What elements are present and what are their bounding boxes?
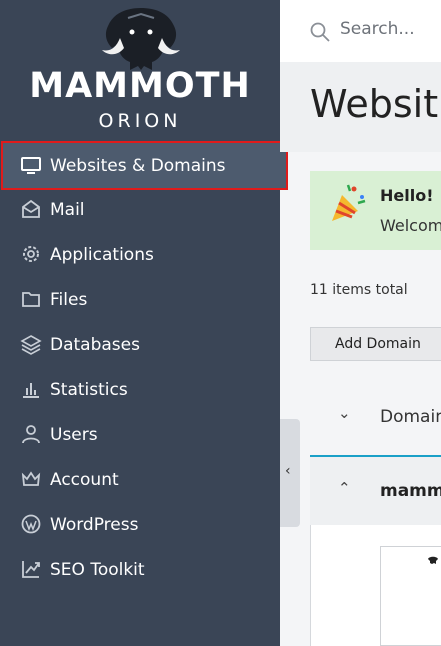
sidebar-item-users[interactable]: Users bbox=[0, 412, 280, 457]
top-bar: Search... bbox=[280, 0, 441, 63]
folder-icon bbox=[22, 292, 40, 307]
sidebar-collapse-handle[interactable]: ‹ bbox=[280, 419, 300, 527]
trend-icon bbox=[22, 561, 40, 578]
add-domain-button[interactable]: Add Domain bbox=[310, 327, 441, 361]
sidebar-item-label: Users bbox=[50, 424, 98, 445]
sidebar-item-account[interactable]: Account bbox=[0, 457, 280, 502]
sidebar-item-label: Statistics bbox=[50, 379, 128, 400]
sidebar-item-label: Applications bbox=[50, 244, 154, 265]
crown-icon bbox=[21, 471, 41, 486]
mail-icon bbox=[22, 199, 40, 218]
wordpress-icon bbox=[21, 514, 41, 534]
chevron-left-icon: ‹ bbox=[285, 463, 291, 479]
brand-name: MAMMOTH bbox=[29, 66, 251, 106]
sidebar-item-label: Mail bbox=[50, 199, 85, 220]
website-preview-thumbnail[interactable] bbox=[380, 546, 441, 646]
welcome-title: Hello! bbox=[380, 186, 434, 205]
gear-icon bbox=[23, 246, 39, 262]
expand-all-icon[interactable]: ⌄ bbox=[338, 404, 351, 422]
table-row[interactable]: ⌃ mamm bbox=[310, 455, 441, 527]
sidebar-item-label: Account bbox=[50, 469, 119, 490]
items-total: 11 items total bbox=[310, 282, 408, 298]
layers-icon bbox=[20, 335, 42, 355]
sidebar-item-label: WordPress bbox=[50, 514, 139, 535]
sidebar: MAMMOTH ORION Websites & Domains Mail Ap… bbox=[0, 0, 288, 646]
chevron-up-icon[interactable]: ⌃ bbox=[338, 479, 351, 497]
sidebar-item-label: Databases bbox=[50, 334, 140, 355]
user-icon bbox=[22, 425, 40, 444]
column-domain[interactable]: Domain bbox=[380, 407, 441, 427]
sidebar-item-label: Websites & Domains bbox=[50, 155, 226, 176]
brand-sub: ORION bbox=[98, 110, 182, 132]
brand-logo[interactable]: MAMMOTH ORION bbox=[0, 0, 280, 140]
search-icon[interactable] bbox=[309, 21, 331, 43]
mammoth-icon bbox=[428, 556, 438, 564]
sidebar-item-files[interactable]: Files bbox=[0, 277, 280, 322]
sidebar-item-seo-toolkit[interactable]: SEO Toolkit bbox=[0, 547, 280, 592]
bar-chart-icon bbox=[23, 383, 39, 398]
page-header: Websit bbox=[280, 62, 441, 152]
party-popper-icon bbox=[332, 184, 366, 221]
sidebar-item-label: SEO Toolkit bbox=[50, 559, 145, 580]
sidebar-item-applications[interactable]: Applications bbox=[0, 232, 280, 277]
sidebar-item-websites-domains[interactable]: Websites & Domains bbox=[1, 141, 288, 190]
add-domain-label: Add Domain bbox=[335, 336, 421, 352]
search-input[interactable]: Search... bbox=[340, 19, 415, 39]
sidebar-item-databases[interactable]: Databases bbox=[0, 322, 280, 367]
mammoth-icon bbox=[102, 8, 180, 70]
sidebar-item-wordpress[interactable]: WordPress bbox=[0, 502, 280, 547]
welcome-text: Welcom bbox=[380, 216, 441, 235]
table-header: ⌄ Domain bbox=[310, 398, 441, 438]
welcome-banner: Hello! Welcom bbox=[310, 171, 441, 250]
sidebar-item-statistics[interactable]: Statistics bbox=[0, 367, 280, 412]
sidebar-item-label: Files bbox=[50, 289, 88, 310]
monitor-icon bbox=[21, 157, 41, 174]
domain-name[interactable]: mamm bbox=[380, 481, 441, 501]
sidebar-item-mail[interactable]: Mail bbox=[0, 187, 280, 232]
page-title: Websit bbox=[310, 82, 439, 126]
